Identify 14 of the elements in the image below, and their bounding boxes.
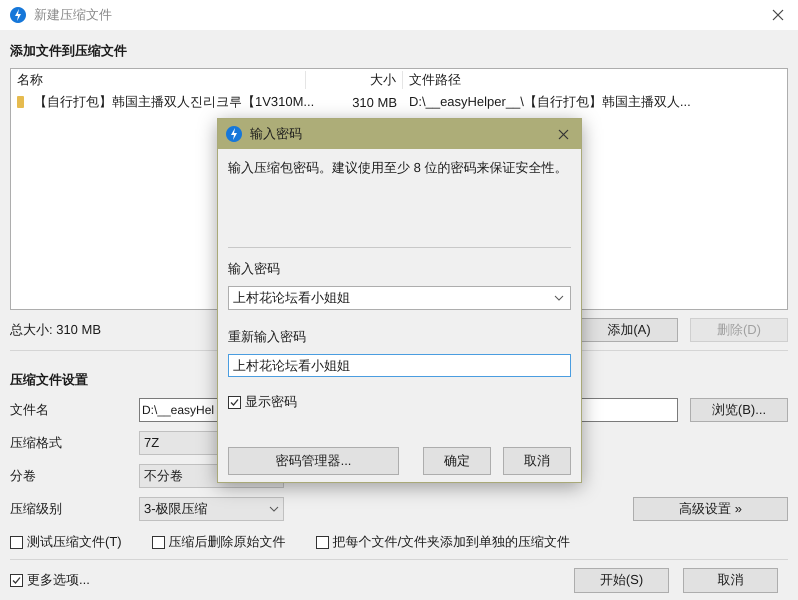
section-heading: 压缩文件设置: [10, 371, 88, 389]
section-heading: 添加文件到压缩文件: [10, 42, 128, 60]
field-label: 压缩格式: [10, 434, 63, 452]
field-label: 分卷: [10, 466, 37, 484]
table-cell: 【自行打包】韩国主播双人진리크루【1V310M...: [34, 93, 314, 111]
field-label: 输入密码: [228, 260, 281, 278]
dialog-message: 输入压缩包密码。建议使用至少 8 位的密码来保证安全性。: [228, 159, 568, 177]
field-label: 文件名: [10, 400, 50, 418]
window-title: 新建压缩文件: [34, 6, 112, 24]
table-cell-text: D:\__easyHelper__\【自行打包】韩国主播双人...: [408, 93, 692, 111]
field-label: 压缩级别: [10, 500, 63, 518]
field-label: 重新输入密码: [228, 328, 307, 346]
dialog-title: 输入密码: [250, 125, 302, 143]
total-size: 总大小: 310 MB: [10, 321, 102, 339]
